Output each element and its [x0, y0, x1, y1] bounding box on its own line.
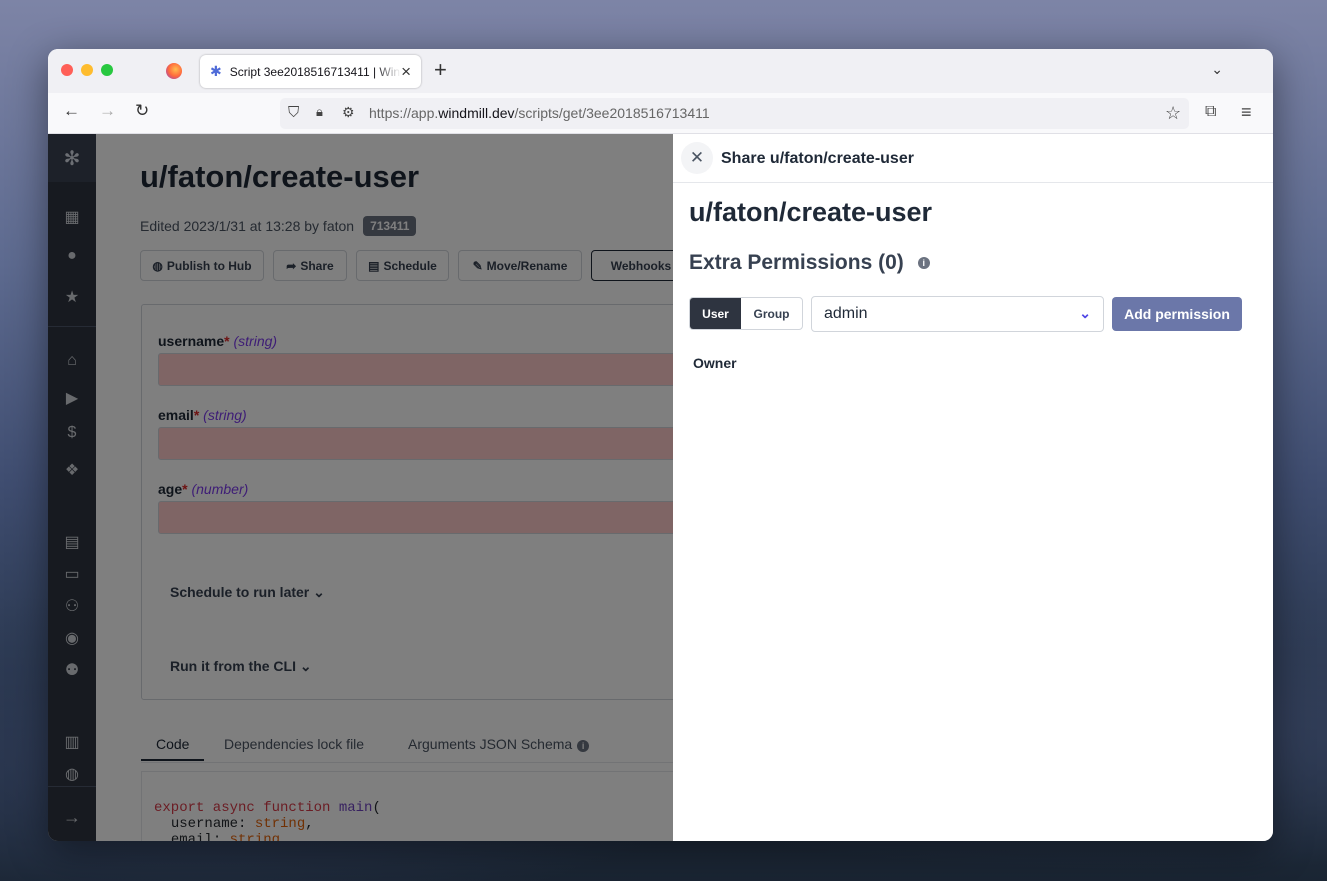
- drawer-header-title: Share u/faton/create-user: [721, 150, 914, 167]
- bookmark-star-icon[interactable]: ☆: [1165, 103, 1181, 124]
- shield-icon[interactable]: ⛉: [288, 104, 299, 121]
- back-arrow-icon[interactable]: ←: [63, 102, 80, 119]
- drawer-title: u/faton/create-user: [689, 197, 933, 227]
- user-group-toggle: User Group: [689, 297, 803, 330]
- add-permission-button[interactable]: Add permission: [1112, 297, 1242, 331]
- url-bar[interactable]: ⛉ 🔒︎ ⚙︎ https://app.windmill.dev/scripts…: [280, 98, 1189, 129]
- close-drawer-button[interactable]: ✕: [681, 142, 713, 174]
- browser-tab[interactable]: ✱ Script 3ee2018516713411 | Windmill ×: [200, 55, 421, 88]
- minimize-window-button[interactable]: [81, 64, 93, 76]
- url-prefix: https://app.: [369, 105, 439, 121]
- forward-arrow-icon[interactable]: →: [99, 102, 116, 119]
- share-drawer: ✕ Share u/faton/create-user u/faton/crea…: [673, 134, 1273, 841]
- info-icon[interactable]: i: [917, 257, 930, 269]
- url-path: /scripts/get/3ee2018516713411: [514, 105, 710, 121]
- menu-icon[interactable]: ≡: [1241, 102, 1252, 123]
- toggle-group[interactable]: Group: [741, 298, 802, 329]
- select-value: admin: [824, 305, 868, 322]
- drawer-header: ✕ Share u/faton/create-user: [673, 134, 1273, 183]
- tab-title: Script 3ee2018516713411 | Windmill: [229, 64, 401, 79]
- lock-icon[interactable]: 🔒︎: [316, 104, 323, 120]
- close-icon: ✕: [689, 148, 705, 167]
- permissions-icon[interactable]: ⚙︎: [342, 104, 355, 121]
- extra-permissions-label: Extra Permissions (0): [689, 251, 904, 274]
- windmill-favicon-icon: ✱: [210, 63, 222, 79]
- new-tab-button[interactable]: +: [434, 59, 447, 81]
- maximize-window-button[interactable]: [101, 64, 113, 76]
- toggle-user[interactable]: User: [690, 298, 741, 329]
- reload-icon[interactable]: ↻: [135, 102, 149, 119]
- tab-bar: ✱ Script 3ee2018516713411 | Windmill × +…: [48, 49, 1273, 93]
- url-domain: windmill.dev: [438, 105, 515, 121]
- extra-permissions-heading: Extra Permissions (0) i: [689, 251, 930, 275]
- owner-column-header: Owner: [693, 355, 737, 371]
- close-window-button[interactable]: [61, 64, 73, 76]
- chevron-down-icon: ⌄: [1079, 305, 1091, 321]
- principal-select[interactable]: admin ⌄: [811, 296, 1104, 332]
- tab-list-chevron-icon[interactable]: ⌄: [1211, 61, 1223, 78]
- firefox-icon[interactable]: [166, 63, 182, 79]
- extensions-icon[interactable]: ⧉: [1205, 103, 1216, 121]
- url-text: https://app.windmill.dev/scripts/get/3ee…: [369, 105, 710, 121]
- nav-bar: ← → ↻ ⛉ 🔒︎ ⚙︎ https://app.windmill.dev/s…: [48, 93, 1273, 134]
- close-tab-icon[interactable]: ×: [401, 63, 411, 80]
- browser-window: ✱ Script 3ee2018516713411 | Windmill × +…: [48, 49, 1273, 841]
